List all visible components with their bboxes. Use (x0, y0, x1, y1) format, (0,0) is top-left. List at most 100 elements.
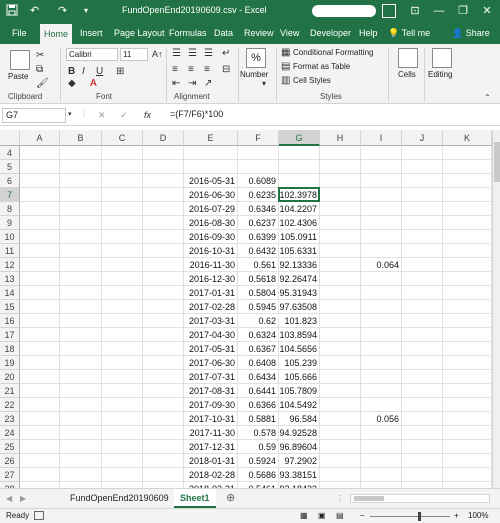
column-header-e[interactable]: E (184, 130, 238, 146)
vertical-scroll-thumb[interactable] (494, 142, 500, 182)
cell-f10[interactable]: 0.6399 (238, 230, 279, 244)
row-header[interactable]: 18 (0, 342, 20, 356)
paste-icon[interactable] (10, 50, 30, 70)
cell-f7[interactable]: 0.6235 (238, 188, 279, 202)
row-header[interactable]: 6 (0, 174, 20, 188)
align-right-icon[interactable]: ≡ (204, 64, 210, 76)
increase-indent-icon[interactable]: ⇥ (188, 78, 196, 90)
cell-e4[interactable] (184, 146, 238, 160)
row-header[interactable]: 27 (0, 468, 20, 482)
cell-i17[interactable] (361, 328, 402, 342)
number-format-icon[interactable]: % (246, 48, 266, 68)
bold-button[interactable]: B (68, 66, 75, 78)
wrap-text-icon[interactable]: ↵ (222, 48, 230, 60)
undo-icon[interactable]: ↶ (30, 4, 39, 18)
format-as-table-button[interactable]: Format as Table (293, 62, 350, 71)
cell-i9[interactable] (361, 216, 402, 230)
cells-icon[interactable] (398, 48, 418, 68)
underline-button[interactable]: U (96, 66, 103, 78)
column-header-i[interactable]: I (361, 130, 402, 146)
cell-i11[interactable] (361, 244, 402, 258)
italic-button[interactable]: I (82, 66, 85, 78)
font-name-select[interactable]: Calibri (66, 48, 118, 61)
cell-e17[interactable]: 2017-04-30 (184, 328, 238, 342)
row-header[interactable]: 20 (0, 370, 20, 384)
cell-g18[interactable]: 104.5656 (279, 342, 320, 356)
cell-i24[interactable] (361, 426, 402, 440)
cell-g23[interactable]: 96.584 (279, 412, 320, 426)
cell-i27[interactable] (361, 468, 402, 482)
cell-g4[interactable] (279, 146, 320, 160)
column-header-k[interactable]: K (443, 130, 492, 146)
cell-e19[interactable]: 2017-06-30 (184, 356, 238, 370)
cell-f18[interactable]: 0.6367 (238, 342, 279, 356)
copy-icon[interactable]: ⧉ (36, 64, 43, 76)
cell-g13[interactable]: 92.26474 (279, 272, 320, 286)
cell-g20[interactable]: 105.666 (279, 370, 320, 384)
zoom-slider-knob[interactable] (418, 512, 421, 521)
row-header[interactable]: 15 (0, 300, 20, 314)
row-header[interactable]: 23 (0, 412, 20, 426)
cell-e14[interactable]: 2017-01-31 (184, 286, 238, 300)
tab-file[interactable]: File (8, 22, 31, 44)
orientation-icon[interactable]: ↗ (204, 78, 212, 90)
row-header[interactable]: 19 (0, 356, 20, 370)
column-header-h[interactable]: H (320, 130, 361, 146)
decrease-indent-icon[interactable]: ⇤ (172, 78, 180, 90)
cut-icon[interactable]: ✂ (36, 50, 44, 62)
spreadsheet-grid[interactable]: A B C D E F G H I J K 4 5 6 2016-05-31 0.6089 7 2016-06-3… (0, 130, 492, 488)
cell-i14[interactable] (361, 286, 402, 300)
tab-data[interactable]: Data (210, 22, 237, 44)
cell-i26[interactable] (361, 454, 402, 468)
cell-g17[interactable]: 103.8594 (279, 328, 320, 342)
tab-review[interactable]: Review (240, 22, 278, 44)
cell-i16[interactable] (361, 314, 402, 328)
tab-view[interactable]: View (276, 22, 303, 44)
column-header-b[interactable]: B (60, 130, 102, 146)
restore-button[interactable]: ❐ (452, 2, 474, 20)
cell-e23[interactable]: 2017-10-31 (184, 412, 238, 426)
cell-e16[interactable]: 2017-03-31 (184, 314, 238, 328)
row-header[interactable]: 7 (0, 188, 20, 202)
cell-f11[interactable]: 0.6432 (238, 244, 279, 258)
cell-f6[interactable]: 0.6089 (238, 174, 279, 188)
page-break-view-icon[interactable]: ▤ (336, 509, 344, 523)
cell-e11[interactable]: 2016-10-31 (184, 244, 238, 258)
cell-f25[interactable]: 0.59 (238, 440, 279, 454)
vertical-scrollbar[interactable] (492, 130, 500, 488)
cell-f16[interactable]: 0.62 (238, 314, 279, 328)
cell-f24[interactable]: 0.578 (238, 426, 279, 440)
grow-font-icon[interactable]: A↑ (152, 48, 163, 60)
cell-i21[interactable] (361, 384, 402, 398)
cell-f23[interactable]: 0.5881 (238, 412, 279, 426)
cell-f26[interactable]: 0.5924 (238, 454, 279, 468)
format-painter-icon[interactable]: 🖌 (36, 78, 49, 90)
cell-e8[interactable]: 2016-07-29 (184, 202, 238, 216)
cell-g12[interactable]: 92.13336 (279, 258, 320, 272)
cell-e12[interactable]: 2016-11-30 (184, 258, 238, 272)
cell-g6[interactable] (279, 174, 320, 188)
cell-g27[interactable]: 93.38151 (279, 468, 320, 482)
zoom-slider[interactable] (370, 516, 450, 517)
cell-i19[interactable] (361, 356, 402, 370)
paste-button[interactable]: Paste (8, 72, 28, 81)
row-header[interactable]: 25 (0, 440, 20, 454)
next-sheet-icon[interactable]: ▶ (20, 493, 26, 505)
cell-g14[interactable]: 95.31943 (279, 286, 320, 300)
cell-i7[interactable] (361, 188, 402, 202)
cell-f9[interactable]: 0.6237 (238, 216, 279, 230)
tab-home[interactable]: Home (40, 24, 73, 44)
cell-i4[interactable] (361, 146, 402, 160)
row-header[interactable]: 4 (0, 146, 20, 160)
row-header[interactable]: 16 (0, 314, 20, 328)
cell-f19[interactable]: 0.6408 (238, 356, 279, 370)
sheet-tab-sheet1[interactable]: Sheet1 (174, 489, 216, 508)
bottom-align-icon[interactable]: ☰ (204, 48, 213, 60)
align-left-icon[interactable]: ≡ (172, 64, 178, 76)
row-header[interactable]: 5 (0, 160, 20, 174)
editing-icon[interactable] (432, 48, 452, 68)
ribbon-display-options-icon[interactable]: ⊡ (404, 2, 426, 20)
cell-i5[interactable] (361, 160, 402, 174)
cell-g16[interactable]: 101.823 (279, 314, 320, 328)
cell-g15[interactable]: 97.63508 (279, 300, 320, 314)
